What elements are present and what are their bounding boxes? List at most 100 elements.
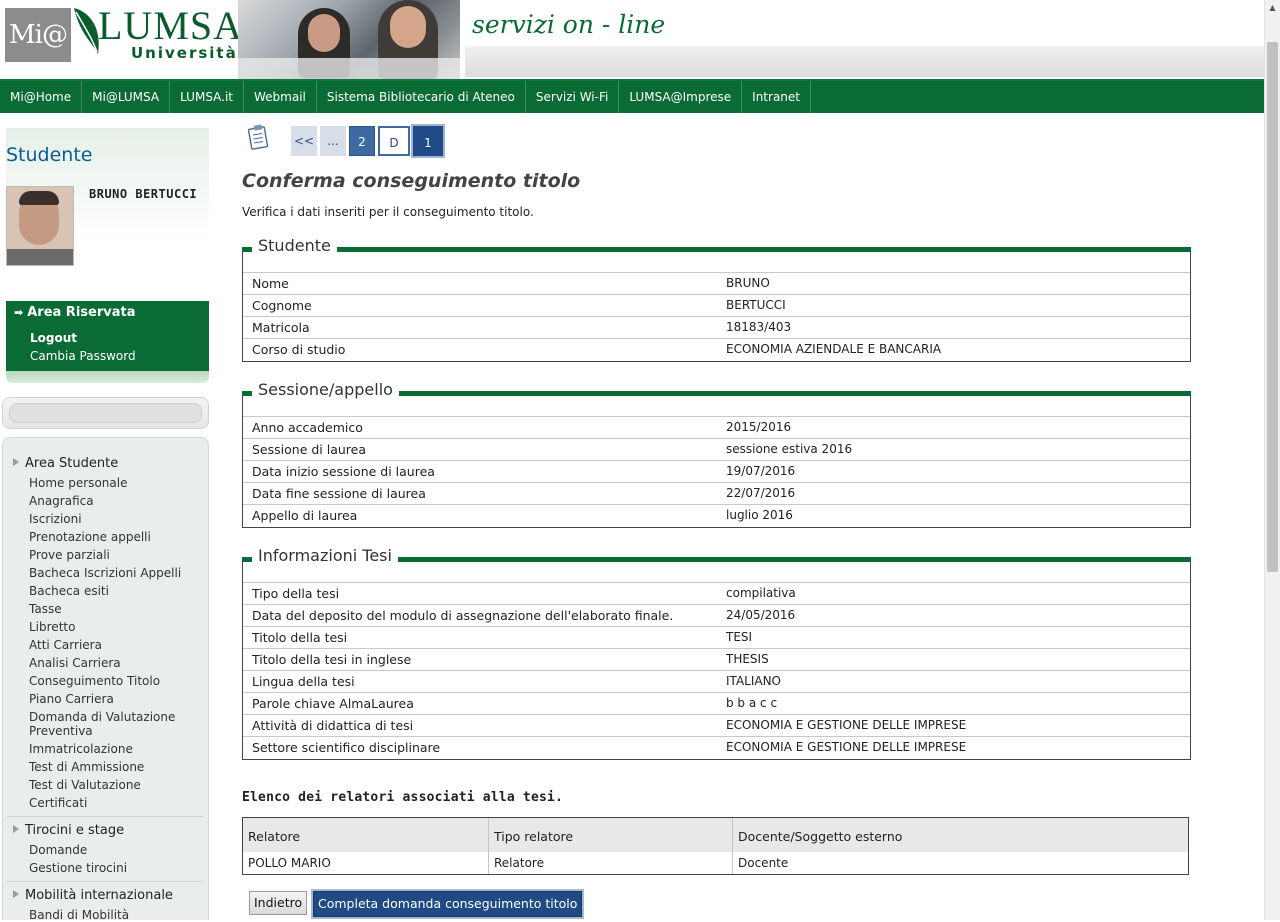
field-value: 22/07/2016 <box>726 486 796 500</box>
field-label: Tipo della tesi <box>252 586 340 601</box>
page-title: Conferma conseguimento titolo <box>242 170 581 192</box>
sidebar-item-tasse[interactable]: Tasse <box>29 602 199 616</box>
pager-step-1-current[interactable]: 1 <box>411 124 445 158</box>
sidebar-item-atti-carriera[interactable]: Atti Carriera <box>29 638 199 652</box>
nav-item-intranet[interactable]: Intranet <box>742 81 811 113</box>
page-header: Mi@ LUMSA Università servizi on - line <box>0 0 1264 79</box>
table-header-row: Relatore Tipo relatore Docente/Soggetto … <box>243 818 1188 853</box>
table-row: Sessione di laurea sessione estiva 2016 <box>243 438 1190 461</box>
sidebar-item-immatricolazione[interactable]: Immatricolazione <box>29 742 199 756</box>
table-row: Matricola 18183/403 <box>243 316 1190 339</box>
field-value: THESIS <box>726 652 769 666</box>
menu-group-mobilita[interactable]: Mobilità internazionale <box>13 888 173 903</box>
wizard-pager: << ... 2 D 1 <box>291 124 445 158</box>
sidebar-item-analisi-carriera[interactable]: Analisi Carriera <box>29 656 199 670</box>
top-navigation: Mi@Home Mi@LUMSA LUMSA.it Webmail Sistem… <box>0 79 1264 113</box>
logout-link[interactable]: Logout <box>30 331 77 345</box>
change-password-link[interactable]: Cambia Password <box>30 349 136 363</box>
sidebar-item-iscrizioni[interactable]: Iscrizioni <box>29 512 199 526</box>
logo-lumsa-text: LUMSA <box>98 3 244 48</box>
back-button[interactable]: Indietro <box>249 891 308 915</box>
sidebar-item-test-valutazione[interactable]: Test di Valutazione <box>29 778 199 792</box>
sidebar-item-prove-parziali[interactable]: Prove parziali <box>29 548 199 562</box>
nav-item-webmail[interactable]: Webmail <box>244 81 317 113</box>
reserved-area-footer <box>6 371 209 383</box>
lumsa-logo[interactable]: Mi@ LUMSA Università <box>0 0 242 79</box>
sidebar-title: Studente <box>6 144 93 166</box>
menu-group-tirocini[interactable]: Tirocini e stage <box>13 823 124 838</box>
nav-item-servizi-wifi[interactable]: Servizi Wi-Fi <box>526 81 620 113</box>
table-cell: Docente <box>738 856 789 870</box>
column-header-relatore: Relatore <box>243 818 489 852</box>
field-label: Sessione di laurea <box>252 442 367 457</box>
field-value: ECONOMIA AZIENDALE E BANCARIA <box>726 342 942 356</box>
table-row: Parole chiave AlmaLaurea b b a c c <box>243 692 1190 715</box>
menu-divider <box>7 816 203 817</box>
complete-application-button[interactable]: Completa domanda conseguimento titolo <box>310 889 585 919</box>
field-label: Titolo della tesi <box>252 630 348 645</box>
pager-step-d[interactable]: D <box>378 126 410 156</box>
nav-item-mi-home[interactable]: Mi@Home <box>0 81 83 113</box>
bullet-arrow-icon <box>13 825 19 833</box>
nav-item-mi-lumsa[interactable]: Mi@LUMSA <box>82 81 171 113</box>
field-label: Lingua della tesi <box>252 674 355 689</box>
sidebar-item-anagrafica[interactable]: Anagrafica <box>29 494 199 508</box>
relatori-table: Relatore Tipo relatore Docente/Soggetto … <box>242 817 1189 875</box>
table-row: Cognome BERTUCCI <box>243 294 1190 317</box>
table-row: Titolo della tesi TESI <box>243 626 1190 649</box>
table-row: Anno accademico 2015/2016 <box>243 416 1190 439</box>
sidebar-item-bacheca-iscrizioni[interactable]: Bacheca Iscrizioni Appelli <box>29 566 199 580</box>
sidebar-item-prenotazione-appelli[interactable]: Prenotazione appelli <box>29 530 199 544</box>
sidebar-item-test-ammissione[interactable]: Test di Ammissione <box>29 760 199 774</box>
scroll-up-arrow-icon[interactable]: ▲ <box>1265 0 1280 16</box>
relatori-title: Elenco dei relatori associati alla tesi. <box>242 790 564 805</box>
sidebar-item-domande[interactable]: Domande <box>29 843 199 857</box>
reserved-area-title: ➡ Area Riservata <box>14 305 135 320</box>
sidebar-item-domanda-valutazione[interactable]: Domanda di Valutazione Preventiva <box>29 710 199 738</box>
field-label: Appello di laurea <box>252 508 358 523</box>
page-scrollbar[interactable]: ▲ <box>1264 0 1280 920</box>
field-value: 2015/2016 <box>726 420 792 434</box>
table-row: Corso di studio ECONOMIA AZIENDALE E BANC… <box>243 338 1190 361</box>
menu-group-label: Area Studente <box>25 456 119 471</box>
table-row: Tipo della tesi compilativa <box>243 582 1190 605</box>
menu-group-area-studente[interactable]: Area Studente <box>13 456 118 471</box>
sidebar-item-piano-carriera[interactable]: Piano Carriera <box>29 692 199 706</box>
nav-item-sistema-bibliotecario[interactable]: Sistema Bibliotecario di Ateneo <box>317 81 526 113</box>
field-value: ECONOMIA E GESTIONE DELLE IMPRESE <box>726 718 967 732</box>
field-label: Data del deposito del modulo di assegnaz… <box>252 608 674 623</box>
pager-ellipsis[interactable]: ... <box>320 126 346 156</box>
pager-back-button[interactable]: << <box>291 126 317 156</box>
bullet-arrow-icon <box>13 890 19 898</box>
column-header-docente: Docente/Soggetto esterno <box>738 829 903 844</box>
sidebar-item-libretto[interactable]: Libretto <box>29 620 199 634</box>
table-row: Settore scientifico disciplinare ECONOMIA… <box>243 736 1190 759</box>
field-label: Titolo della tesi in inglese <box>252 652 412 667</box>
student-name: BRUNO BERTUCCI <box>89 187 198 201</box>
bullet-arrow-icon <box>13 458 19 466</box>
menu-group-label: Mobilità internazionale <box>25 888 173 903</box>
nav-item-lumsa-it[interactable]: LUMSA.it <box>170 81 245 113</box>
field-label: Data fine sessione di laurea <box>252 486 426 501</box>
arrow-right-icon: ➡ <box>14 306 24 319</box>
field-value: ECONOMIA E GESTIONE DELLE IMPRESE <box>726 740 967 754</box>
table-cell: Relatore <box>489 852 733 874</box>
sidebar-item-bacheca-esiti[interactable]: Bacheca esiti <box>29 584 199 598</box>
reserved-area-box: ➡ Area Riservata Logout Cambia Password <box>6 301 209 371</box>
pager-step-2[interactable]: 2 <box>349 126 375 156</box>
sidebar-item-home-personale[interactable]: Home personale <box>29 476 199 490</box>
sidebar-item-certificati[interactable]: Certificati <box>29 796 199 810</box>
avatar <box>6 186 74 266</box>
field-label: Attività di didattica di tesi <box>252 718 414 733</box>
clipboard-icon <box>248 124 269 150</box>
scrollbar-thumb[interactable] <box>1267 42 1278 572</box>
page-description: Verifica i dati inseriti per il consegui… <box>242 205 534 219</box>
sidebar-item-gestione-tirocini[interactable]: Gestione tirocini <box>29 861 199 875</box>
field-label: Parole chiave AlmaLaurea <box>252 696 414 711</box>
field-value: ITALIANO <box>726 674 782 688</box>
nav-item-lumsa-imprese[interactable]: LUMSA@Imprese <box>619 81 743 113</box>
section-informazioni-tesi: Tipo della tesi compilativa Data del depo… <box>242 562 1191 760</box>
field-value: 24/05/2016 <box>726 608 796 622</box>
table-row: Attività di didattica di tesi ECONOMIA E … <box>243 714 1190 737</box>
sidebar-item-conseguimento-titolo[interactable]: Conseguimento Titolo <box>29 674 199 688</box>
